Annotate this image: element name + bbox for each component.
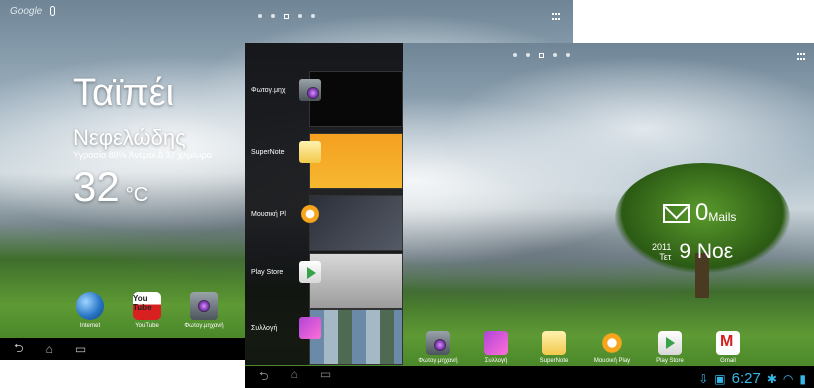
page-dot (513, 53, 517, 57)
page-dot (311, 14, 315, 18)
front-dock: Φωτογ.μηχανή Συλλογή SuperNote Μουσική P… (410, 331, 756, 364)
page-dot (566, 53, 570, 57)
clock: 6:27 (731, 370, 761, 387)
recent-app-thumbnail[interactable] (309, 309, 403, 365)
temperature-unit: °C (125, 184, 149, 206)
screenshot-icon: ▣ (714, 371, 726, 386)
system-tray[interactable]: ⇩ ▣ 6:27 ✱ ◠ ▮ (698, 370, 806, 387)
gmail-icon (716, 331, 740, 355)
dock-app-label: Internet (79, 323, 101, 329)
front-nav-bar: ⮌ ⌂ ▭ ⇩ ▣ 6:27 ✱ ◠ ▮ (245, 366, 814, 388)
dock-app-label: Φωτογ.μηχανή (418, 358, 458, 364)
dock-app-play-store[interactable]: Play Store (642, 331, 698, 364)
supernote-icon (299, 141, 321, 163)
recent-app-thumbnail[interactable] (309, 133, 403, 189)
mail-widget[interactable]: 0 Mails (663, 199, 736, 227)
envelope-icon (663, 203, 690, 223)
youtube-icon: You Tube (133, 292, 161, 320)
recent-app-gallery[interactable]: Συλλογή (245, 309, 403, 365)
dock-app-supernote[interactable]: SuperNote (526, 331, 582, 364)
weekday: Τετ (659, 252, 672, 262)
download-icon: ⇩ (698, 371, 709, 386)
google-search-label[interactable]: Google (10, 6, 42, 17)
play-store-icon (658, 331, 682, 355)
home-icon[interactable]: ⌂ (291, 367, 298, 388)
recent-apps-icon[interactable]: ▭ (75, 342, 86, 356)
mail-count: 0 (695, 199, 709, 226)
recent-app-label: Συλλογή (251, 325, 278, 332)
weather-condition: Νεφελώδης (73, 125, 186, 150)
recent-apps-panel: Φωτογ.μηχ SuperNote Μουσική Pl Play Stor… (245, 43, 403, 365)
wifi-icon: ◠ (782, 371, 794, 386)
supernote-icon (542, 331, 566, 355)
dock-app-internet[interactable]: Internet (58, 292, 122, 329)
recent-app-label: Play Store (251, 269, 284, 276)
year: 2011 (652, 242, 672, 252)
dock-app-label: Gmail (720, 358, 736, 364)
dock-app-label: Μουσική Play (593, 358, 631, 364)
weather-city: Ταϊπέι (73, 72, 175, 114)
page-dot-active (539, 53, 544, 58)
mail-label: Mails (708, 210, 737, 224)
camera-icon (299, 79, 321, 101)
recent-app-label: Μουσική Pl (251, 211, 286, 218)
page-indicator (258, 14, 315, 19)
recent-apps-icon[interactable]: ▭ (320, 367, 331, 388)
dock-app-label: YouTube (135, 323, 159, 329)
home-icon[interactable]: ⌂ (46, 342, 53, 356)
page-dot-active (284, 14, 289, 19)
dock-app-camera[interactable]: Φωτογ.μηχανή (172, 292, 236, 329)
recent-app-thumbnail[interactable] (309, 195, 403, 251)
dock-app-label: Φωτογ.μηχανή (184, 323, 224, 329)
dock-app-label: Play Store (656, 358, 684, 364)
back-icon[interactable]: ⮌ (14, 339, 24, 360)
page-dot (298, 14, 302, 18)
page-dot (526, 53, 530, 57)
bluetooth-icon: ✱ (766, 371, 777, 386)
page-dot (553, 53, 557, 57)
camera-icon (190, 292, 218, 320)
page-dot (271, 14, 275, 18)
dock-app-camera[interactable]: Φωτογ.μηχανή (410, 331, 466, 364)
dock-app-label: Συλλογή (484, 358, 508, 364)
battery-icon: ▮ (799, 371, 806, 386)
globe-icon (76, 292, 104, 320)
back-icon[interactable]: ⮌ (259, 367, 269, 388)
mic-icon[interactable] (50, 6, 56, 16)
music-icon (600, 331, 624, 355)
recent-app-camera[interactable]: Φωτογ.μηχ (245, 71, 403, 127)
gallery-icon (299, 317, 321, 339)
page-dot (258, 14, 262, 18)
dock-app-label: SuperNote (539, 358, 569, 364)
weather-detail: Υγρασία 88% Άνεμοι Δ 37 χλμ/ώρα (73, 150, 213, 160)
page-indicator (513, 53, 570, 58)
date-widget[interactable]: 2011 Τετ 9 Νοε (652, 240, 733, 264)
weather-temperature: 32 °C (73, 163, 148, 211)
dock-app-music[interactable]: Μουσική Play (584, 331, 640, 364)
day-month: 9 Νοε (679, 240, 734, 263)
year-weekday: 2011 Τετ (652, 242, 671, 262)
all-apps-icon[interactable] (552, 13, 562, 22)
recent-app-thumbnail[interactable] (309, 71, 403, 127)
music-icon (299, 203, 321, 225)
recent-app-label: SuperNote (251, 149, 285, 156)
temperature-value: 32 (73, 163, 120, 210)
recent-app-play-store[interactable]: Play Store (245, 253, 403, 309)
gallery-icon (484, 331, 508, 355)
dock-app-youtube[interactable]: You Tube YouTube (115, 292, 179, 329)
dock-app-gallery[interactable]: Συλλογή (468, 331, 524, 364)
recent-app-thumbnail[interactable] (309, 253, 403, 309)
camera-icon (426, 331, 450, 355)
recent-app-label: Φωτογ.μηχ (251, 87, 286, 94)
recent-app-music[interactable]: Μουσική Pl (245, 195, 403, 251)
all-apps-icon[interactable] (797, 53, 807, 62)
play-store-icon (299, 261, 321, 283)
recent-app-supernote[interactable]: SuperNote (245, 133, 403, 189)
dock-app-gmail[interactable]: Gmail (700, 331, 756, 364)
